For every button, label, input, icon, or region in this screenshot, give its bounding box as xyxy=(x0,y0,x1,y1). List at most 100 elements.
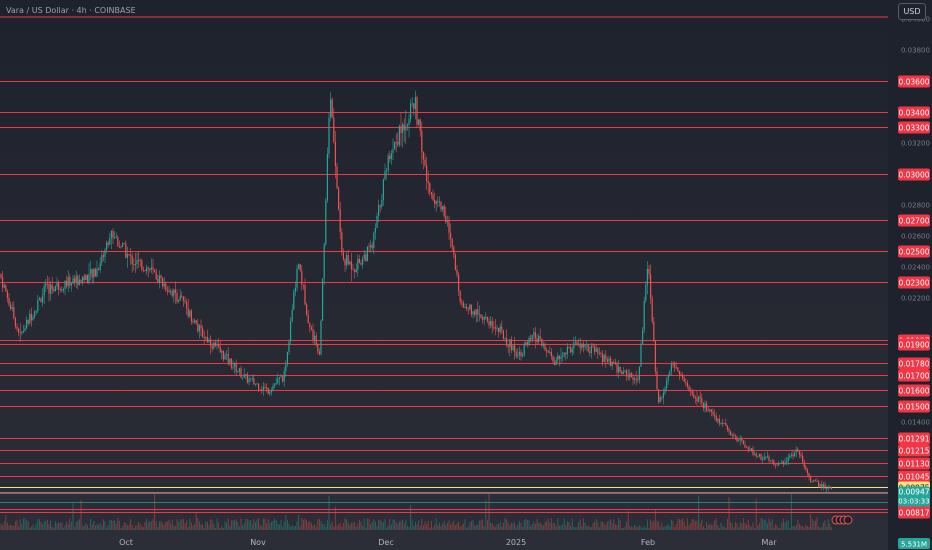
price-tick-label: 0.01400 xyxy=(901,418,930,426)
candle-body xyxy=(11,307,13,310)
candle-body xyxy=(418,119,420,125)
volume-bar xyxy=(693,519,695,530)
volume-bar xyxy=(486,520,488,530)
volume-bar xyxy=(222,527,224,530)
candle-body xyxy=(216,344,218,346)
candle-body xyxy=(61,289,63,291)
candle-body xyxy=(122,242,124,247)
volume-bar xyxy=(747,519,749,530)
candle-body xyxy=(163,283,165,287)
candle-body xyxy=(126,254,128,258)
volume-bar xyxy=(485,500,487,530)
candle-body xyxy=(203,337,205,338)
volume-bar xyxy=(360,521,362,530)
candle-body xyxy=(248,379,250,383)
volume-bar xyxy=(424,521,426,530)
volume-bar xyxy=(19,519,21,530)
candle-body xyxy=(592,345,594,347)
volume-bar xyxy=(509,524,511,530)
candle-body xyxy=(766,456,768,458)
candle-body xyxy=(438,201,440,203)
candle-body xyxy=(514,345,516,352)
level-price-label: 0.01045 xyxy=(898,473,929,482)
candle-body xyxy=(488,321,490,326)
candle-body xyxy=(656,371,658,390)
candle-body xyxy=(157,278,159,283)
volume-bar xyxy=(402,519,404,530)
volume-bar xyxy=(150,521,152,530)
candle-body xyxy=(29,313,31,324)
volume-bar xyxy=(739,521,741,530)
volume-bar xyxy=(166,521,168,530)
candle-body xyxy=(189,310,191,317)
volume-bar xyxy=(354,521,356,530)
volume-bar xyxy=(157,526,159,530)
candle-body xyxy=(115,237,117,239)
candle-body xyxy=(664,388,666,394)
currency-button[interactable]: USD xyxy=(898,3,926,20)
candle-body xyxy=(360,263,362,265)
candle-body xyxy=(544,343,546,351)
volume-bar xyxy=(288,523,290,530)
candle-body xyxy=(547,350,549,353)
price-tick-label: 0.02800 xyxy=(901,202,930,210)
volume-bar xyxy=(701,520,703,530)
volume-bar xyxy=(237,522,239,530)
volume-bar xyxy=(632,527,634,530)
volume-bar xyxy=(26,520,28,530)
candle-body xyxy=(600,352,602,354)
volume-bar xyxy=(280,520,282,530)
volume-bar xyxy=(40,521,42,530)
candle-body xyxy=(234,363,236,367)
candle-body xyxy=(710,409,712,412)
volume-bar xyxy=(538,522,540,530)
volume-bar xyxy=(405,520,407,530)
candle-body xyxy=(773,460,775,465)
candle-body xyxy=(13,307,15,319)
candle-body xyxy=(194,320,196,322)
volume-bar xyxy=(286,519,288,530)
volume-bar xyxy=(395,522,397,530)
volume-bar xyxy=(314,524,316,530)
volume-bar xyxy=(0,523,2,530)
candle-body xyxy=(69,276,71,286)
volume-bar xyxy=(216,518,218,530)
candle-body xyxy=(786,461,788,463)
volume-bar xyxy=(478,520,480,530)
candle-body xyxy=(27,319,29,324)
candle-body xyxy=(781,461,783,464)
volume-bar xyxy=(384,518,386,530)
volume-bar xyxy=(179,519,181,530)
candle-body xyxy=(619,366,621,372)
candle-body xyxy=(530,337,532,340)
candlestick-chart[interactable]: 0.040000.038000.032000.028000.026000.024… xyxy=(0,0,932,550)
volume-bar xyxy=(275,520,277,530)
volume-bar xyxy=(443,520,445,530)
volume-bar xyxy=(117,518,119,530)
volume-bar xyxy=(758,522,760,530)
chart-background xyxy=(0,0,932,550)
candle-body xyxy=(213,342,215,349)
chart-area[interactable]: 0.040000.038000.032000.028000.026000.024… xyxy=(0,0,932,550)
volume-bar xyxy=(274,518,276,530)
volume-bar xyxy=(109,520,111,530)
volume-bar xyxy=(622,527,624,530)
volume-bar xyxy=(520,522,522,530)
candle-body xyxy=(795,449,797,453)
candle-body xyxy=(643,300,645,331)
volume-bar xyxy=(808,527,810,530)
candle-body xyxy=(109,237,111,245)
candle-body xyxy=(130,255,132,256)
candle-body xyxy=(173,289,175,296)
volume-bar xyxy=(822,522,824,530)
volume-bar xyxy=(600,521,602,530)
candle-body xyxy=(42,295,44,303)
candle-body xyxy=(541,338,543,346)
candle-body xyxy=(760,453,762,460)
candle-body xyxy=(146,267,148,272)
volume-bar xyxy=(526,520,528,530)
volume-bar xyxy=(54,521,56,530)
candle-body xyxy=(496,327,498,329)
candle-body xyxy=(0,274,2,278)
candle-body xyxy=(445,215,447,223)
